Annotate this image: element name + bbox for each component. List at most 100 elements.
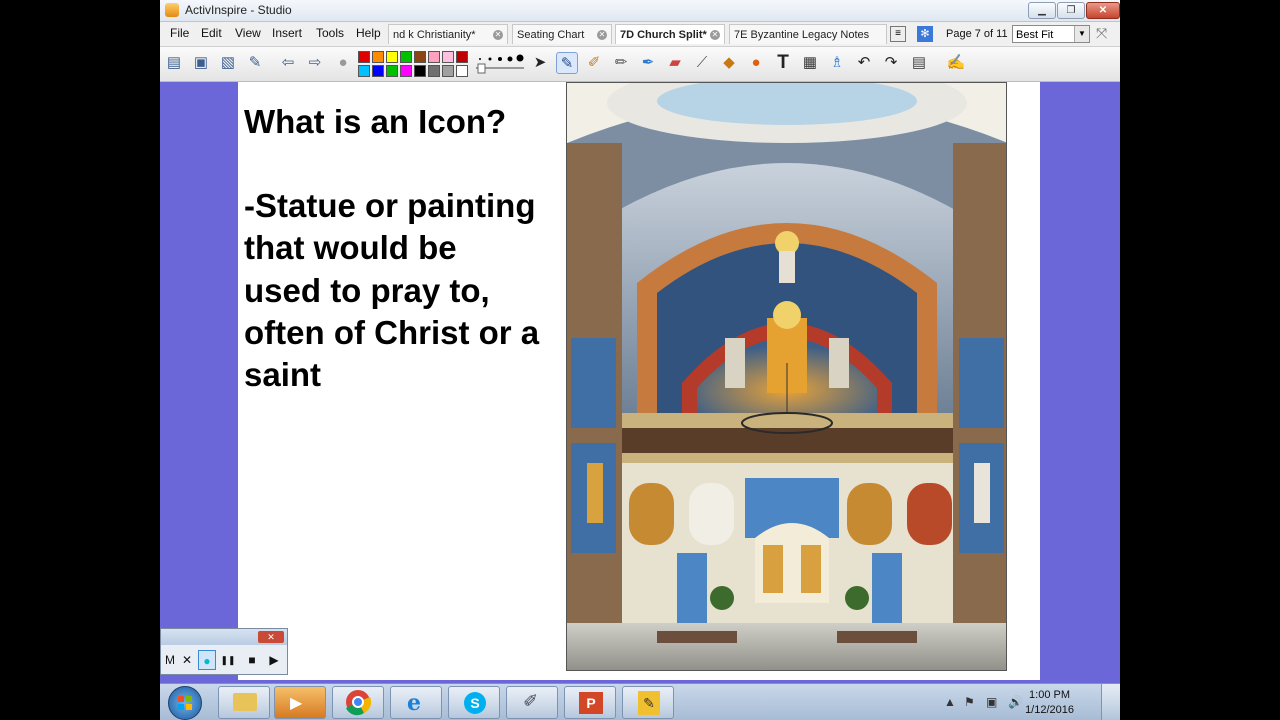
taskbar-app[interactable]: ✐	[506, 686, 558, 719]
next-page-icon[interactable]: ⇨	[304, 52, 326, 74]
tab-label: Seating Chart	[517, 29, 585, 41]
system-clock[interactable]: 1:00 PM 1/12/2016	[1025, 688, 1074, 718]
church-interior-photo[interactable]	[566, 82, 1007, 671]
color-swatch[interactable]	[414, 51, 426, 63]
volume-icon[interactable]: 🔊	[1008, 695, 1023, 709]
fullscreen-icon[interactable]: ⤧	[1096, 25, 1107, 42]
recorder-cancel-button[interactable]: ✕	[178, 650, 196, 670]
taskbar-chrome[interactable]	[332, 686, 384, 719]
pen-width-dots-icon	[476, 54, 524, 74]
show-hidden-icons[interactable]: ▲	[944, 695, 956, 709]
recorder-widget[interactable]: ✕ M ✕ ● ❚❚ ■ ▶	[160, 628, 288, 675]
pen-width-slider[interactable]	[476, 53, 526, 75]
color-swatch[interactable]	[456, 51, 468, 63]
select-arrow-icon[interactable]: ➤	[529, 52, 551, 74]
chrome-icon	[346, 690, 372, 716]
shape-icon[interactable]: ●	[745, 52, 767, 74]
record-button[interactable]: ●	[198, 650, 216, 670]
fill-icon[interactable]: ◆	[718, 52, 740, 74]
network-icon[interactable]: ▣	[986, 695, 997, 709]
activinspire-app-icon	[165, 3, 179, 17]
stop-button[interactable]: ■	[243, 650, 261, 670]
color-swatch[interactable]	[414, 65, 426, 77]
pen-icon[interactable]: ✎	[556, 52, 578, 74]
show-desktop-button[interactable]	[1101, 684, 1120, 720]
color-swatch[interactable]	[386, 65, 398, 77]
taskbar-activwriter[interactable]: ✎	[622, 686, 674, 719]
color-swatch[interactable]	[400, 51, 412, 63]
taskbar-explorer[interactable]	[218, 686, 270, 719]
browser-icon[interactable]: ▣	[190, 52, 212, 74]
taskbar-powerpoint[interactable]: P	[564, 686, 616, 719]
start-button[interactable]	[168, 686, 202, 720]
main-menu-icon[interactable]: ▤	[163, 52, 185, 74]
color-swatch[interactable]	[372, 51, 384, 63]
page-icon[interactable]: ▤	[908, 52, 930, 74]
main-toolbar: ▤ ▣ ▧ ✎ ⇦ ⇨ ● ➤ ✎ ✐ ✏ ✒ ▰ ⟋ ◆ ● T ▦ ♗ ↶ …	[160, 47, 1120, 82]
color-swatch[interactable]	[386, 51, 398, 63]
slide-text-line: that would be	[244, 229, 457, 266]
tab-byzantine-notes[interactable]: 7E Byzantine Legacy Notes	[729, 24, 887, 44]
color-swatch[interactable]	[358, 65, 370, 77]
taskbar-activinspire[interactable]: ▶	[274, 686, 326, 719]
menu-help[interactable]: Help	[356, 26, 381, 40]
slide-text-line: -Statue or painting	[244, 187, 536, 224]
magic-ink-icon[interactable]: ✐	[583, 52, 605, 74]
flipchart-page[interactable]: What is an Icon? -Statue or painting tha…	[238, 82, 1040, 680]
camera-icon[interactable]: ▧	[217, 52, 239, 74]
clock-time: 1:00 PM	[1029, 689, 1071, 701]
color-swatch[interactable]	[456, 65, 468, 77]
tab-seating-chart[interactable]: Seating Chart ✕	[512, 24, 612, 44]
connector-icon[interactable]: ⟋	[691, 52, 713, 74]
color-swatch[interactable]	[400, 65, 412, 77]
color-swatch[interactable]	[358, 51, 370, 63]
slide-text-line: saint	[244, 356, 322, 393]
text-tool-icon[interactable]: T	[772, 52, 794, 74]
menu-edit[interactable]: Edit	[201, 26, 222, 40]
close-tab-icon[interactable]: ✕	[493, 30, 503, 40]
recorder-titlebar[interactable]: ✕	[161, 629, 287, 645]
recorder-close-button[interactable]: ✕	[258, 631, 284, 643]
clear-icon[interactable]: ▦	[799, 52, 821, 74]
color-swatch[interactable]	[442, 51, 454, 63]
color-swatch[interactable]	[428, 65, 440, 77]
menu-insert[interactable]: Insert	[272, 26, 302, 40]
close-button[interactable]: ✕	[1086, 2, 1120, 19]
taskbar-skype[interactable]: S	[448, 686, 500, 719]
zoom-select[interactable]: Best Fit ▼	[1012, 25, 1090, 43]
play-icon[interactable]: ●	[332, 52, 354, 74]
color-swatch[interactable]	[372, 65, 384, 77]
pause-button[interactable]: ❚❚	[219, 650, 237, 670]
menu-bar: File Edit View Insert Tools Help nd k Ch…	[160, 22, 1120, 47]
slide-text-line: used to pray to,	[244, 272, 490, 309]
undo-icon[interactable]: ↶	[853, 52, 875, 74]
chevron-down-icon: ▼	[1074, 26, 1089, 42]
menu-view[interactable]: View	[235, 26, 261, 40]
minimize-button[interactable]: ▁	[1028, 2, 1056, 19]
revealer-icon[interactable]: ♗	[826, 52, 848, 74]
marker-icon[interactable]: ✒	[637, 52, 659, 74]
page-list-icon[interactable]: ≡	[890, 26, 906, 42]
action-center-icon[interactable]: ⚑	[964, 695, 975, 709]
menu-tools[interactable]: Tools	[316, 26, 344, 40]
restore-button[interactable]: ❐	[1057, 2, 1085, 19]
snowflake-icon[interactable]: ✻	[917, 26, 933, 42]
close-tab-icon[interactable]: ✕	[710, 30, 720, 40]
eraser-icon[interactable]: ▰	[664, 52, 686, 74]
color-swatch[interactable]	[428, 51, 440, 63]
tab-church-split[interactable]: 7D Church Split* ✕	[615, 24, 725, 44]
redo-icon[interactable]: ↷	[880, 52, 902, 74]
tab-christianity[interactable]: nd k Christianity* ✕	[388, 24, 508, 44]
resources-icon[interactable]: ✎	[244, 52, 266, 74]
taskbar-internet-explorer[interactable]: e	[390, 686, 442, 719]
play-button[interactable]: ▶	[265, 650, 283, 670]
previous-page-icon[interactable]: ⇦	[277, 52, 299, 74]
page-indicator: Page 7 of 11	[946, 28, 1008, 40]
toolbox-icon[interactable]: ✍	[945, 52, 967, 74]
recorder-menu-button[interactable]: M	[161, 650, 179, 670]
highlighter-icon[interactable]: ✏	[610, 52, 632, 74]
menu-file[interactable]: File	[170, 26, 189, 40]
tab-label: nd k Christianity*	[393, 29, 476, 41]
close-tab-icon[interactable]: ✕	[597, 30, 607, 40]
color-swatch[interactable]	[442, 65, 454, 77]
